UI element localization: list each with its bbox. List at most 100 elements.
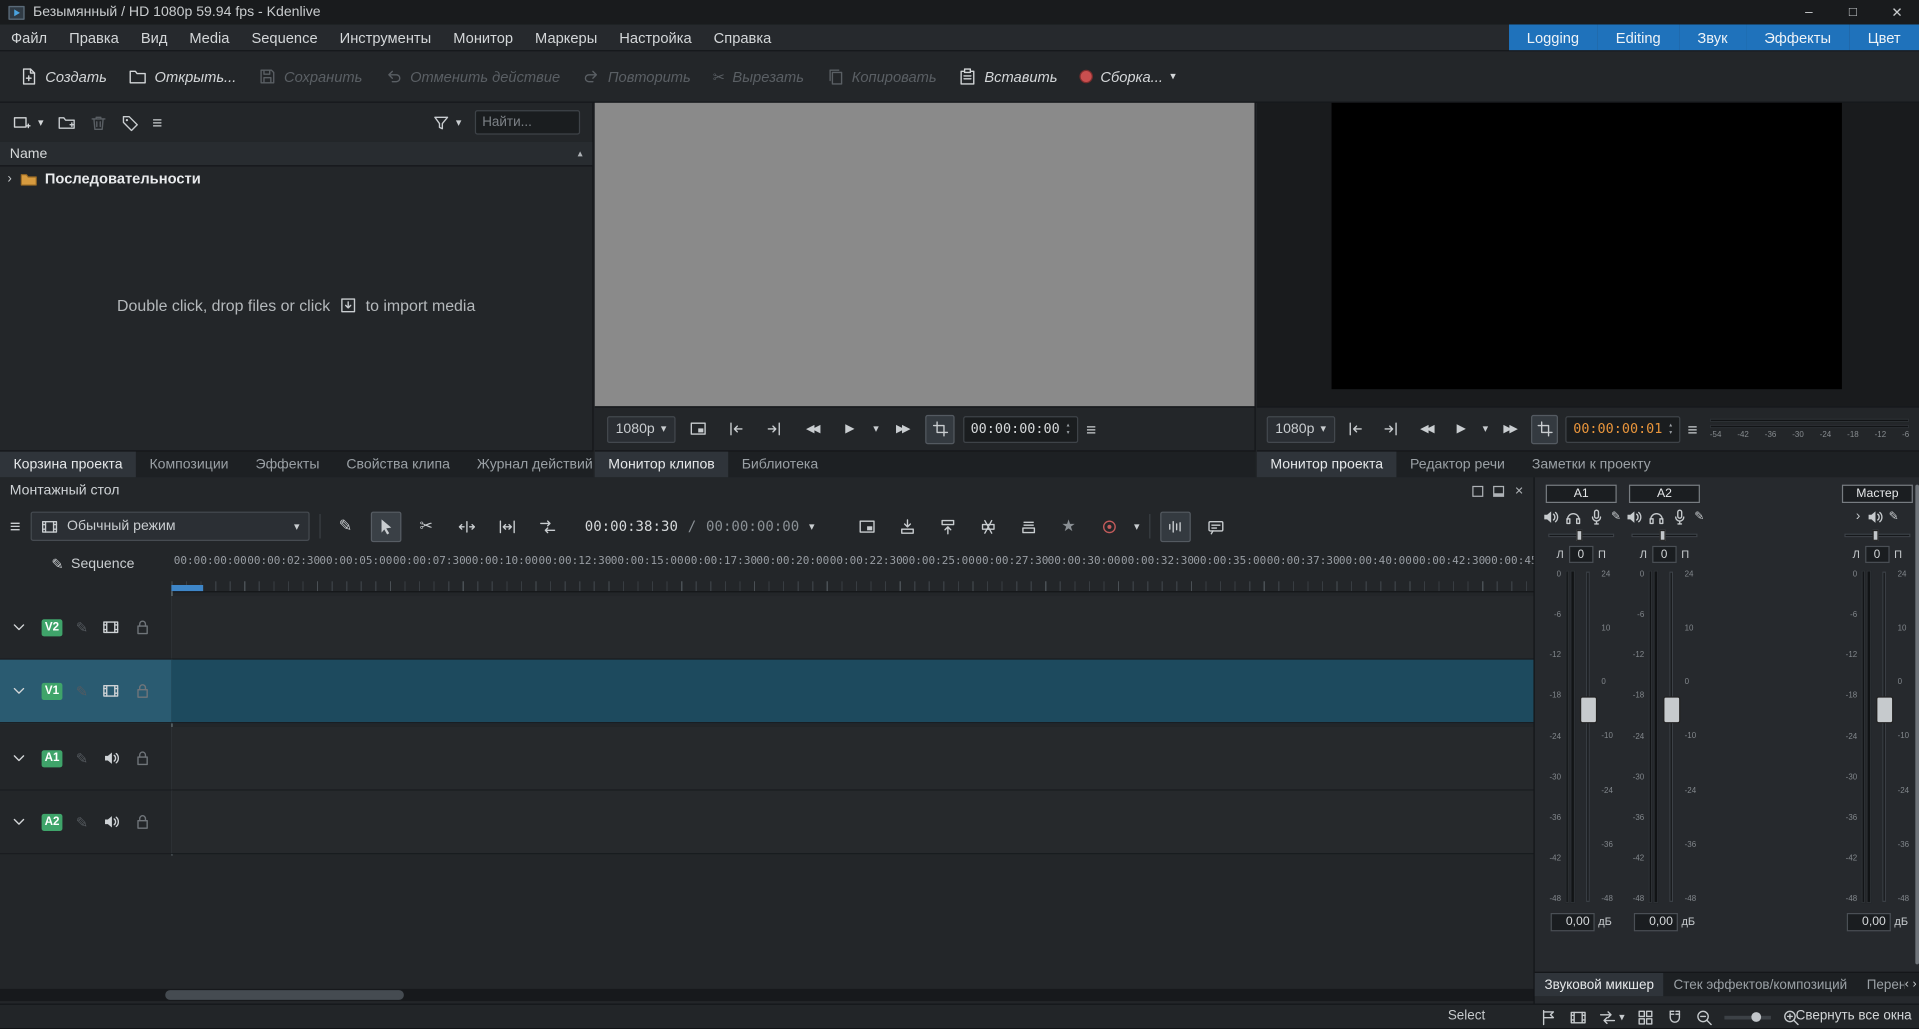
mix-clips-icon[interactable]: ▾ xyxy=(1598,1008,1624,1026)
tab-project-bin[interactable]: Корзина проекта xyxy=(0,452,136,478)
pan-slider[interactable] xyxy=(1838,529,1916,541)
render-button[interactable]: Сборка...▾ xyxy=(1080,68,1176,85)
bin-column-header[interactable]: Name ▴ xyxy=(0,142,592,166)
tab-project-notes[interactable]: Заметки к проекту xyxy=(1518,452,1664,478)
flag-icon[interactable] xyxy=(1540,1008,1558,1026)
timecode-options-chevron[interactable]: ▾ xyxy=(809,521,815,532)
tab-project-monitor[interactable]: Монитор проекта xyxy=(1257,452,1397,478)
maximize-button[interactable]: □ xyxy=(1831,0,1875,24)
menu-monitor[interactable]: Монитор xyxy=(442,24,524,50)
resolution-dropdown[interactable]: 1080p▾ xyxy=(1267,415,1335,442)
tab-undo-history[interactable]: Журнал действий xyxy=(463,452,606,478)
lock-icon[interactable] xyxy=(133,682,151,700)
pan-slider[interactable] xyxy=(1542,529,1620,541)
effects-icon[interactable]: ✎ xyxy=(76,620,88,635)
preview-zone-button[interactable] xyxy=(851,511,882,542)
zone-in-button[interactable] xyxy=(1342,414,1370,443)
timeline-menu-button[interactable]: ≡ xyxy=(10,516,21,537)
subtitles-button[interactable] xyxy=(1201,511,1232,542)
chevron-down-icon[interactable] xyxy=(10,813,28,831)
speaker-icon[interactable] xyxy=(102,813,120,831)
effects-icon[interactable]: ✎ xyxy=(76,814,88,829)
tab-clip-monitor[interactable]: Монитор клипов xyxy=(595,452,728,478)
effects-icon[interactable]: ✎ xyxy=(76,751,88,766)
edit-sequence-icon[interactable]: ✎ xyxy=(51,556,63,573)
collapse-all-button[interactable]: Свернуть все окна xyxy=(1796,1008,1912,1023)
fader-thumb[interactable] xyxy=(1663,696,1680,723)
rewind-button[interactable]: ◀◀ xyxy=(1412,414,1440,443)
zone-mode-button[interactable] xyxy=(925,414,954,443)
timeline-ruler[interactable]: 00:00:00:00 00:00:02:30 00:00:05:00 00:0… xyxy=(171,551,1533,593)
mute-icon[interactable] xyxy=(1624,507,1642,525)
tab-audio-mixer[interactable]: Звуковой микшер xyxy=(1535,973,1664,996)
expand-master-icon[interactable]: › xyxy=(1856,509,1860,524)
track-header[interactable]: A1 ✎ xyxy=(0,727,171,791)
overwrite-zone-button[interactable] xyxy=(932,511,963,542)
resolution-dropdown[interactable]: 1080p▾ xyxy=(607,415,675,442)
tab-scroll-right[interactable]: › xyxy=(1912,978,1916,991)
save-button[interactable]: Сохранить xyxy=(258,67,362,85)
record-options-chevron[interactable]: ▾ xyxy=(1134,521,1140,532)
effects-icon[interactable]: ✎ xyxy=(76,684,88,699)
copy-button[interactable]: Копировать xyxy=(826,67,937,85)
tags-button[interactable] xyxy=(121,113,139,131)
zone-out-button[interactable] xyxy=(759,414,788,443)
menu-file[interactable]: Файл xyxy=(0,24,58,50)
delete-button[interactable] xyxy=(89,113,107,131)
razor-tool-button[interactable]: ✂ xyxy=(411,511,442,542)
undock-button[interactable] xyxy=(1473,485,1484,496)
lock-icon[interactable] xyxy=(133,749,151,767)
video-track-icon[interactable] xyxy=(102,618,120,636)
add-clip-button[interactable]: ▾ xyxy=(12,113,43,131)
clip-monitor-timecode[interactable]: 00:00:00:00▴▾ xyxy=(963,415,1077,442)
gain-value[interactable]: 0,00 xyxy=(1634,912,1678,930)
channel-edit-icon[interactable]: ✎ xyxy=(1889,510,1899,523)
select-tool-button[interactable] xyxy=(371,511,402,542)
volume-fader[interactable] xyxy=(1578,568,1598,906)
balance-value[interactable]: 0 xyxy=(1569,546,1593,563)
audio-levels-button[interactable] xyxy=(1160,511,1191,542)
tab-effect-stack[interactable]: Стек эффектов/композиций xyxy=(1664,973,1857,996)
play-options-chevron[interactable]: ▾ xyxy=(873,423,879,434)
close-panel-button[interactable]: ✕ xyxy=(1514,484,1523,497)
solo-headphones-icon[interactable] xyxy=(1648,507,1666,525)
project-monitor-timecode[interactable]: 00:00:00:01▴▾ xyxy=(1566,415,1680,442)
insert-zone-button[interactable] xyxy=(684,414,713,443)
tab-speech-editor[interactable]: Редактор речи xyxy=(1397,452,1519,478)
monitor-menu-button[interactable]: ≡ xyxy=(1688,419,1698,439)
mute-icon[interactable] xyxy=(1865,507,1883,525)
insert-zone-button[interactable] xyxy=(892,511,923,542)
gain-value[interactable]: 0,00 xyxy=(1847,912,1891,930)
edit-mode-dropdown[interactable]: Обычный режим ▾ xyxy=(30,512,309,541)
track-tag[interactable]: A1 xyxy=(42,750,63,767)
tab-truncated[interactable]: Перена xyxy=(1857,973,1905,996)
timecode-spinner[interactable]: ▴▾ xyxy=(1669,422,1673,437)
workspace-effects[interactable]: Эффекты xyxy=(1746,24,1849,50)
record-button[interactable] xyxy=(1094,511,1125,542)
gain-value[interactable]: 0,00 xyxy=(1551,912,1595,930)
menu-view[interactable]: Вид xyxy=(130,24,179,50)
bin-folder-row[interactable]: › Последовательности xyxy=(0,166,592,190)
speaker-icon[interactable] xyxy=(102,749,120,767)
preview-render-icon[interactable] xyxy=(1569,1008,1587,1026)
track-tag[interactable]: V1 xyxy=(42,682,63,699)
bin-menu-button[interactable]: ≡ xyxy=(152,113,162,133)
pan-slider[interactable] xyxy=(1625,529,1703,541)
menu-media[interactable]: Media xyxy=(178,24,240,50)
chevron-down-icon[interactable] xyxy=(10,618,28,636)
tab-effects[interactable]: Эффекты xyxy=(242,452,333,478)
track-header[interactable]: V1 ✎ xyxy=(0,660,171,724)
mixer-scrollbar[interactable] xyxy=(1915,485,1919,965)
workspace-editing[interactable]: Editing xyxy=(1597,24,1679,50)
video-track-icon[interactable] xyxy=(102,682,120,700)
pan-thumb[interactable] xyxy=(1660,530,1666,541)
redo-button[interactable]: Повторить xyxy=(582,67,691,85)
timeline-horizontal-scrollbar[interactable] xyxy=(0,989,1533,1001)
rewind-button[interactable]: ◀◀ xyxy=(797,414,826,443)
menu-settings[interactable]: Настройка xyxy=(608,24,702,50)
volume-fader[interactable] xyxy=(1874,568,1894,906)
track-lane[interactable] xyxy=(171,660,1533,724)
menu-tools[interactable]: Инструменты xyxy=(329,24,443,50)
menu-markers[interactable]: Маркеры xyxy=(524,24,608,50)
extract-zone-button[interactable] xyxy=(972,511,1003,542)
